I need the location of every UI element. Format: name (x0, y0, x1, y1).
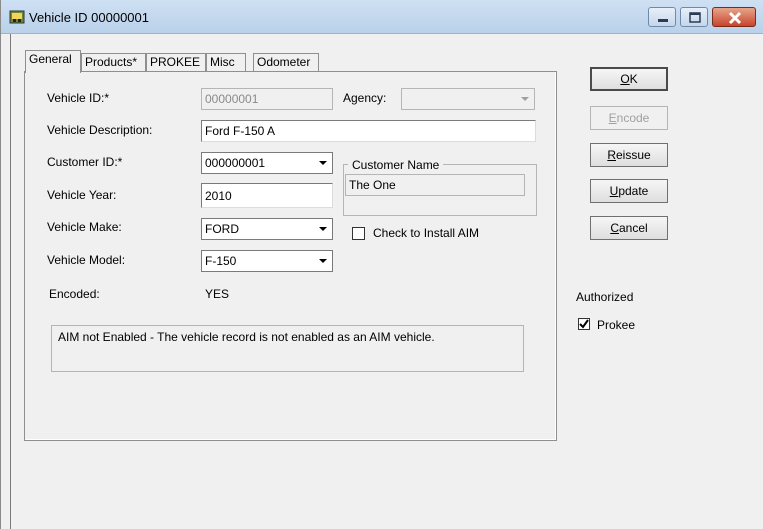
vehicle-model-value: F-150 (205, 254, 237, 268)
ok-mnemonic: O (620, 72, 630, 86)
authorized-title: Authorized (576, 290, 634, 304)
cancel-mnemonic: C (610, 221, 619, 235)
vehicle-id-label: Vehicle ID:* (47, 91, 110, 105)
install-aim-label: Check to Install AIM (373, 226, 480, 240)
encoded-label: Encoded: (49, 287, 100, 301)
vehicle-window: Vehicle ID 00000001 General Products* PR… (0, 0, 763, 529)
aim-status-message: AIM not Enabled - The vehicle record is … (51, 325, 524, 372)
tab-odometer[interactable]: Odometer (253, 53, 319, 72)
vehicle-make-select[interactable]: FORD (201, 218, 333, 240)
minimize-icon (658, 19, 668, 22)
install-aim-checkbox[interactable] (352, 227, 365, 240)
checkmark-icon (579, 319, 589, 329)
tab-prokee[interactable]: PROKEE (146, 53, 206, 72)
tab-general[interactable]: General (25, 50, 81, 73)
reissue-button[interactable]: Reissue (590, 143, 668, 167)
reissue-mnemonic: R (607, 148, 616, 162)
customer-id-select[interactable]: 000000001 (201, 152, 333, 174)
vehicle-model-select[interactable]: F-150 (201, 250, 333, 272)
general-tab-panel: Vehicle ID:* 00000001 Agency: Vehicle De… (24, 71, 557, 441)
customer-name-title: Customer Name (348, 158, 444, 172)
ok-label: K (629, 72, 638, 86)
minimize-button[interactable] (648, 7, 676, 27)
vehicle-make-label: Vehicle Make: (47, 220, 122, 234)
update-label: pdate (618, 184, 649, 198)
maximize-icon (689, 12, 701, 23)
cancel-button[interactable]: Cancel (590, 216, 668, 240)
encode-button[interactable]: Encode (590, 106, 668, 130)
agency-select[interactable] (401, 88, 535, 110)
vehicle-description-label: Vehicle Description: (47, 123, 153, 137)
vehicle-model-label: Vehicle Model: (47, 253, 126, 267)
customer-name-field: The One (345, 174, 525, 196)
chevron-down-icon (315, 220, 331, 238)
agency-label: Agency: (343, 91, 387, 105)
dialog-client-area: General Products* PROKEE Misc Odometer V… (10, 34, 756, 529)
ok-button[interactable]: OK (590, 67, 668, 91)
vehicle-description-field[interactable]: Ford F-150 A (201, 120, 536, 142)
tab-products[interactable]: Products* (81, 53, 146, 72)
app-icon (9, 9, 25, 25)
cancel-label: ancel (618, 221, 648, 235)
tab-misc[interactable]: Misc (206, 53, 246, 72)
maximize-button[interactable] (680, 7, 708, 27)
encode-label: ncode (616, 111, 650, 125)
title-bar[interactable]: Vehicle ID 00000001 (1, 0, 763, 34)
prokee-label: Prokee (597, 318, 636, 332)
encoded-value: YES (205, 287, 230, 301)
vehicle-id-field[interactable]: 00000001 (201, 88, 333, 110)
update-button[interactable]: Update (590, 179, 668, 203)
encode-mnemonic: E (608, 111, 617, 125)
customer-id-label: Customer ID:* (47, 155, 123, 169)
vehicle-year-field[interactable]: 2010 (201, 183, 333, 208)
close-button[interactable] (712, 7, 756, 27)
close-icon (728, 11, 742, 25)
vehicle-make-value: FORD (205, 222, 239, 236)
update-mnemonic: U (609, 184, 619, 198)
reissue-label: eissue (615, 148, 651, 162)
customer-id-value: 000000001 (205, 156, 266, 170)
chevron-down-icon (517, 90, 533, 108)
vehicle-year-label: Vehicle Year: (47, 188, 117, 202)
chevron-down-icon (315, 252, 331, 270)
window-title: Vehicle ID 00000001 (29, 10, 149, 25)
chevron-down-icon (315, 154, 331, 172)
prokee-checkbox[interactable] (578, 318, 590, 330)
